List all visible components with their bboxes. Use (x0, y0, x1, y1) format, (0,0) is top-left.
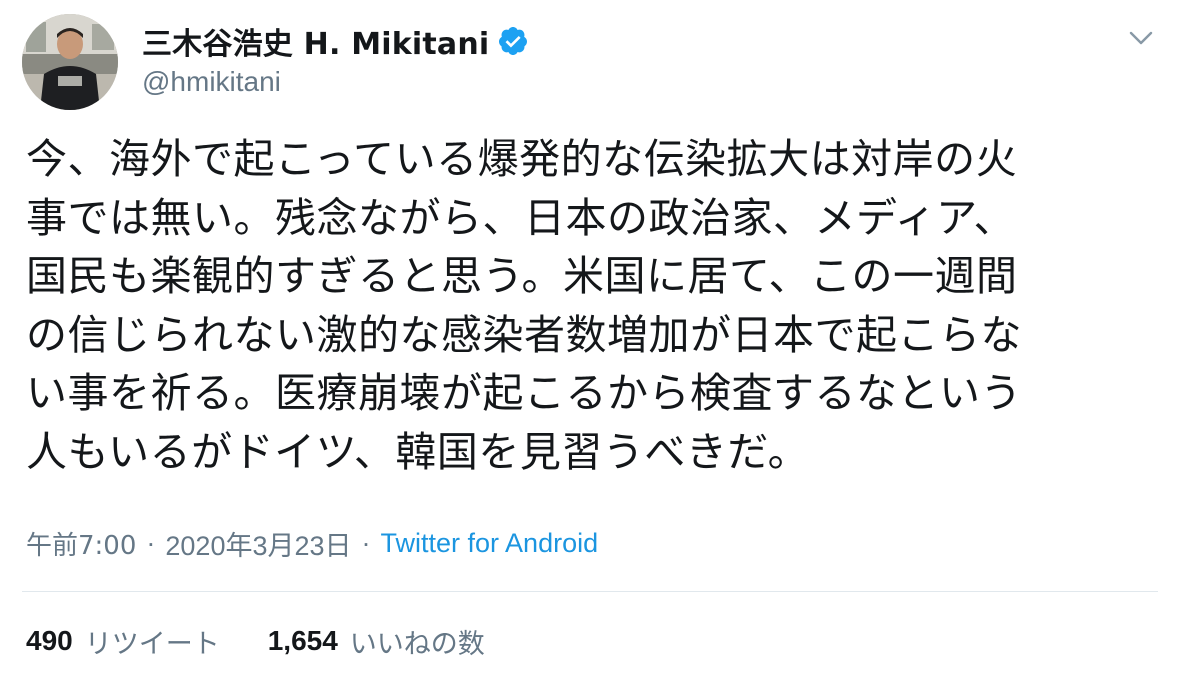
meta-separator: · (361, 527, 371, 558)
retweets-count: 490 (26, 625, 73, 656)
tweet-meta: 午前7:00 · 2020年3月23日 · Twitter for Androi… (26, 524, 599, 563)
author-display-name[interactable]: 三木谷浩史 H. Mikitani (142, 19, 489, 63)
tweet-card: 三木谷浩史 H. Mikitani @hmikitani 今、海外で起こっている… (0, 0, 1178, 676)
avatar-photo (22, 14, 118, 110)
author-handle[interactable]: @hmikitani (142, 66, 529, 100)
meta-separator: · (146, 527, 156, 558)
retweets-stat[interactable]: 490 リツイート (26, 622, 220, 661)
tweet-stats: 490 リツイート 1,654 いいねの数 (26, 622, 533, 660)
avatar[interactable] (22, 14, 118, 110)
tweet-source-link[interactable]: Twitter for Android (381, 528, 599, 559)
verified-badge-icon (497, 25, 529, 57)
divider (22, 591, 1158, 592)
author-block: 三木谷浩史 H. Mikitani @hmikitani (142, 20, 529, 100)
likes-label: いいねの数 (349, 628, 485, 660)
tweet-time[interactable]: 午前7:00 (26, 525, 136, 562)
tweet-text: 今、海外で起こっている爆発的な伝染拡大は対岸の火 事では無い。残念ながら、日本の… (26, 135, 1022, 476)
likes-stat[interactable]: 1,654 いいねの数 (268, 622, 485, 661)
retweets-label: リツイート (84, 628, 220, 660)
tweet-date[interactable]: 2020年3月23日 (165, 524, 351, 563)
author-name-row[interactable]: 三木谷浩史 H. Mikitani (142, 20, 529, 62)
chevron-down-icon[interactable] (1126, 26, 1156, 50)
likes-count: 1,654 (267, 625, 338, 656)
